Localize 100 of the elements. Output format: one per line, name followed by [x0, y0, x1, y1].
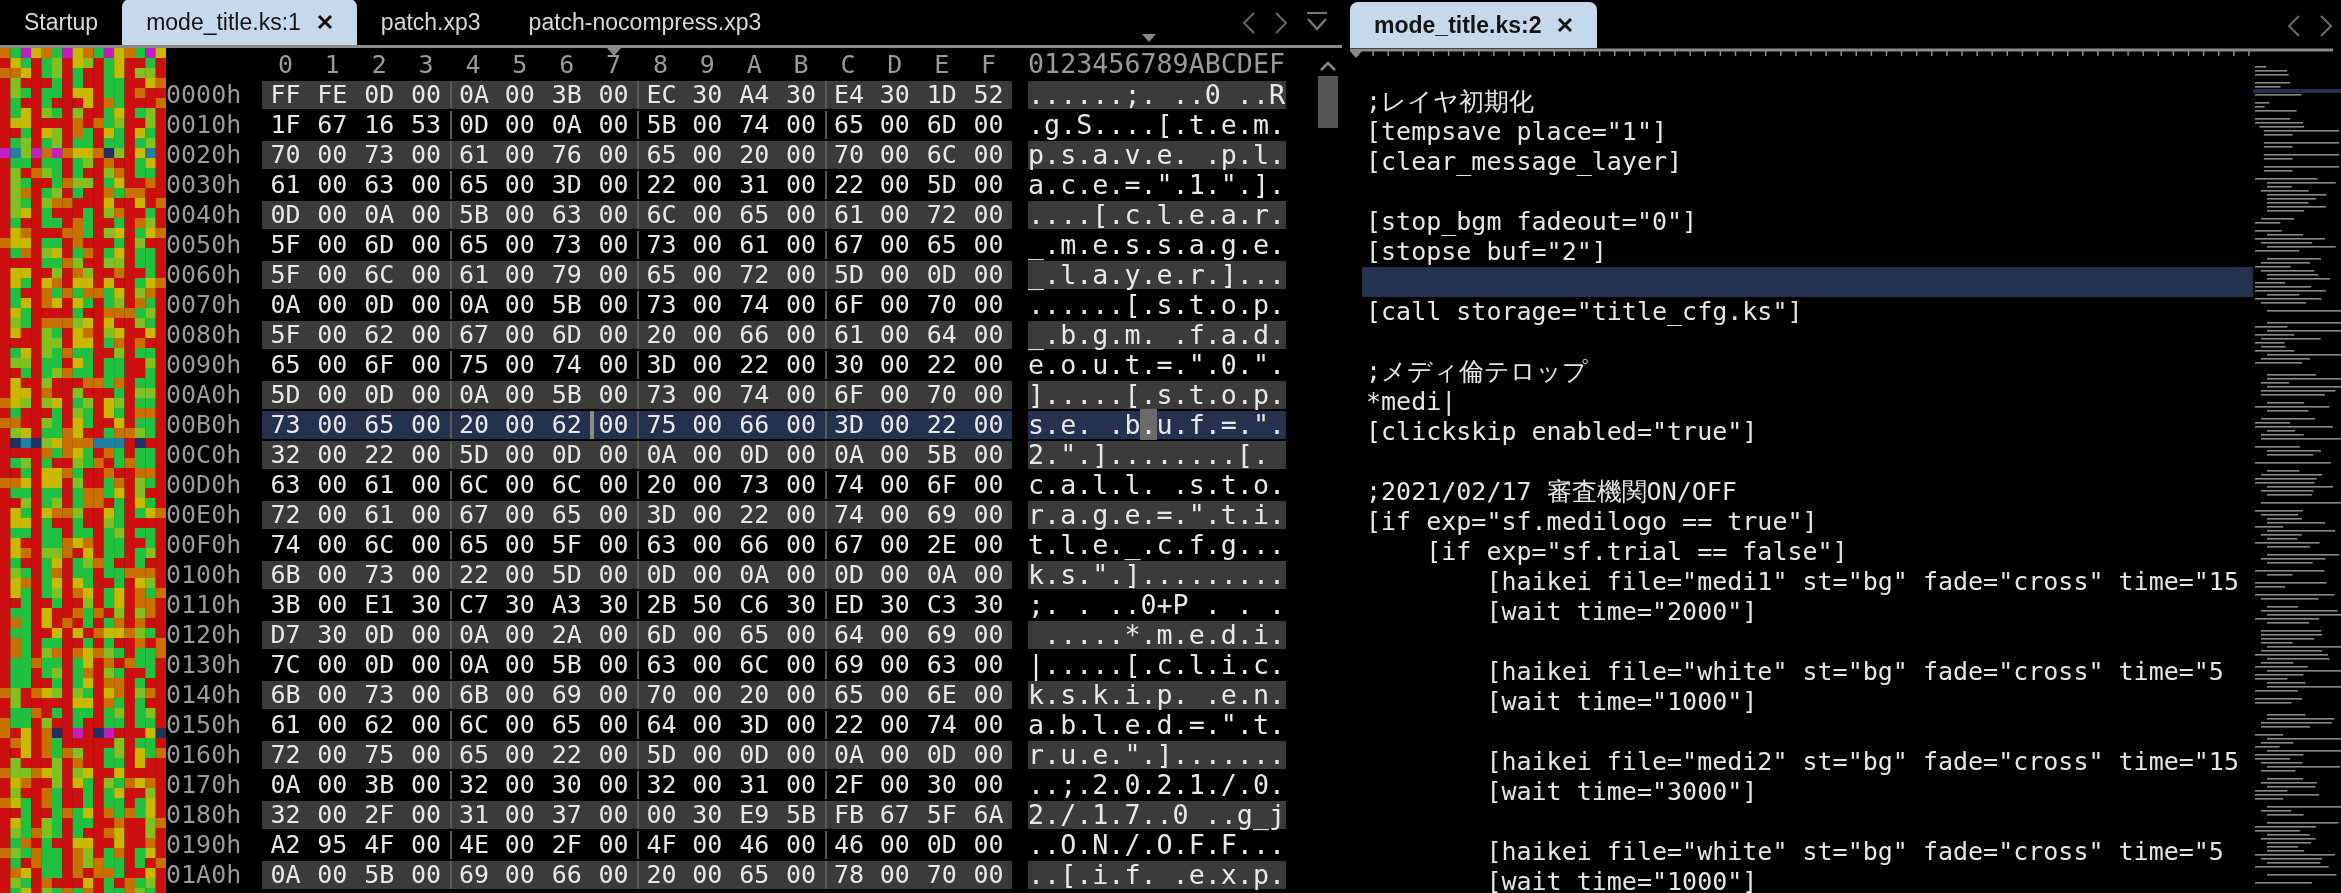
hex-byte: 20 — [637, 471, 684, 499]
hex-byte: 00 — [785, 201, 818, 229]
tab[interactable]: mode_title.ks:2 — [1350, 2, 1598, 48]
hex-byte: 00 — [972, 651, 1005, 679]
hex-byte: 00 — [972, 201, 1005, 229]
chevron-right-icon[interactable] — [1274, 11, 1288, 35]
hex-byte: 00 — [503, 171, 536, 199]
chevron-left-icon[interactable] — [2287, 14, 2301, 38]
hex-byte: 00 — [597, 711, 630, 739]
tab[interactable]: Startup — [0, 0, 123, 45]
hex-byte: 6D — [363, 231, 396, 259]
hex-byte: 00 — [972, 141, 1005, 169]
scrollbar-thumb[interactable] — [1318, 76, 1338, 128]
hex-byte: 00 — [503, 231, 536, 259]
hex-byte: 00 — [410, 351, 443, 379]
hex-byte: 00 — [785, 861, 818, 889]
hex-byte: 46 — [824, 831, 872, 859]
hex-byte: 00 — [691, 411, 724, 439]
hex-byte: 61 — [449, 141, 497, 169]
hex-byte: 6C — [363, 261, 396, 289]
hex-byte: 52 — [972, 81, 1005, 109]
hex-byte: 74 — [824, 471, 872, 499]
hex-byte: 73 — [738, 471, 771, 499]
hex-byte: 30 — [878, 591, 911, 619]
hex-byte: 00 — [785, 321, 818, 349]
column-header: 6 — [559, 50, 575, 79]
hex-byte: 00 — [316, 351, 349, 379]
hex-byte: 70 — [925, 861, 958, 889]
hex-byte: 00 — [878, 351, 911, 379]
hex-byte: 00 — [316, 771, 349, 799]
hex-byte: 00 — [597, 471, 630, 499]
hex-byte: 74 — [269, 531, 302, 559]
column-header: 4 — [465, 50, 481, 79]
column-header: F — [981, 50, 997, 79]
row-offset: 0100h — [166, 561, 243, 589]
tab[interactable]: patch.xp3 — [356, 0, 505, 45]
hex-byte: 0A — [449, 291, 497, 319]
hex-byte: 6D — [637, 621, 684, 649]
hex-byte: 0D — [363, 291, 396, 319]
code-line: [stopse buf="2"] — [1365, 237, 1608, 267]
chevron-right-icon[interactable] — [2319, 14, 2333, 38]
hex-byte: 00 — [597, 261, 630, 289]
hex-byte: 00 — [503, 411, 536, 439]
hex-byte: 65 — [550, 711, 583, 739]
hex-byte: 00 — [410, 411, 443, 439]
hex-byte: 00 — [410, 561, 443, 589]
hex-byte: 00 — [316, 381, 349, 409]
hex-byte: 0A — [738, 561, 771, 589]
row-offset: 0040h — [166, 201, 243, 229]
column-header: E — [934, 50, 950, 79]
hex-byte: 30 — [972, 591, 1005, 619]
hex-byte: 5F — [269, 321, 302, 349]
hex-byte: 00 — [503, 651, 536, 679]
hex-byte: 00 — [785, 141, 818, 169]
tab[interactable]: mode_title.ks:1 — [122, 0, 357, 45]
hex-byte: 30 — [691, 81, 724, 109]
hex-byte: 3D — [824, 411, 872, 439]
ascii-text: a.b.l.e.d.=.".t. — [1028, 711, 1286, 739]
hex-byte: 00 — [878, 291, 911, 319]
hex-byte: 00 — [316, 411, 349, 439]
hex-byte: 73 — [363, 141, 396, 169]
hex-byte: 00 — [878, 231, 911, 259]
hex-byte: 22 — [449, 561, 497, 589]
ascii-text: ..;.2.0.2.1./.0. — [1028, 771, 1286, 799]
hex-byte: 00 — [691, 381, 724, 409]
hex-byte: 5D — [637, 741, 684, 769]
hex-byte: 00 — [410, 141, 443, 169]
hex-byte: 65 — [738, 861, 771, 889]
hex-byte: 22 — [738, 501, 771, 529]
row-offset: 0010h — [166, 111, 243, 139]
close-icon[interactable] — [316, 14, 333, 30]
hex-byte: 53 — [410, 111, 443, 139]
chevron-left-icon[interactable] — [1242, 11, 1256, 35]
hex-byte: 32 — [637, 771, 684, 799]
hex-byte: 00 — [785, 561, 818, 589]
hex-byte: 65 — [738, 621, 771, 649]
hex-byte: 5D — [550, 561, 583, 589]
code-line: [if exp="sf.trial == false"] — [1425, 537, 1849, 567]
column-header: 0 — [277, 50, 293, 79]
hex-byte: 30 — [410, 591, 443, 619]
hex-byte: 37 — [550, 801, 583, 829]
code-line: [wait time="1000"] — [1485, 687, 1759, 717]
hex-byte: D7 — [269, 621, 302, 649]
hex-byte: 22 — [925, 351, 958, 379]
hex-byte: 00 — [878, 321, 911, 349]
hex-byte: 00 — [785, 381, 818, 409]
tab[interactable]: patch-nocompress.xp3 — [504, 0, 786, 45]
hex-byte: 00 — [316, 801, 349, 829]
hex-byte: 00 — [785, 531, 818, 559]
hex-byte: 00 — [316, 741, 349, 769]
hex-byte: 5B — [550, 381, 583, 409]
hex-byte: 00 — [878, 141, 911, 169]
hex-byte: 00 — [972, 171, 1005, 199]
scroll-up-icon[interactable] — [1319, 60, 1337, 72]
close-icon[interactable] — [1557, 17, 1574, 33]
hex-byte: 22 — [824, 711, 872, 739]
hex-byte: 73 — [637, 231, 684, 259]
hex-byte: 00 — [972, 741, 1005, 769]
hex-byte: 7C — [269, 651, 302, 679]
hex-byte: 3D — [637, 351, 684, 379]
